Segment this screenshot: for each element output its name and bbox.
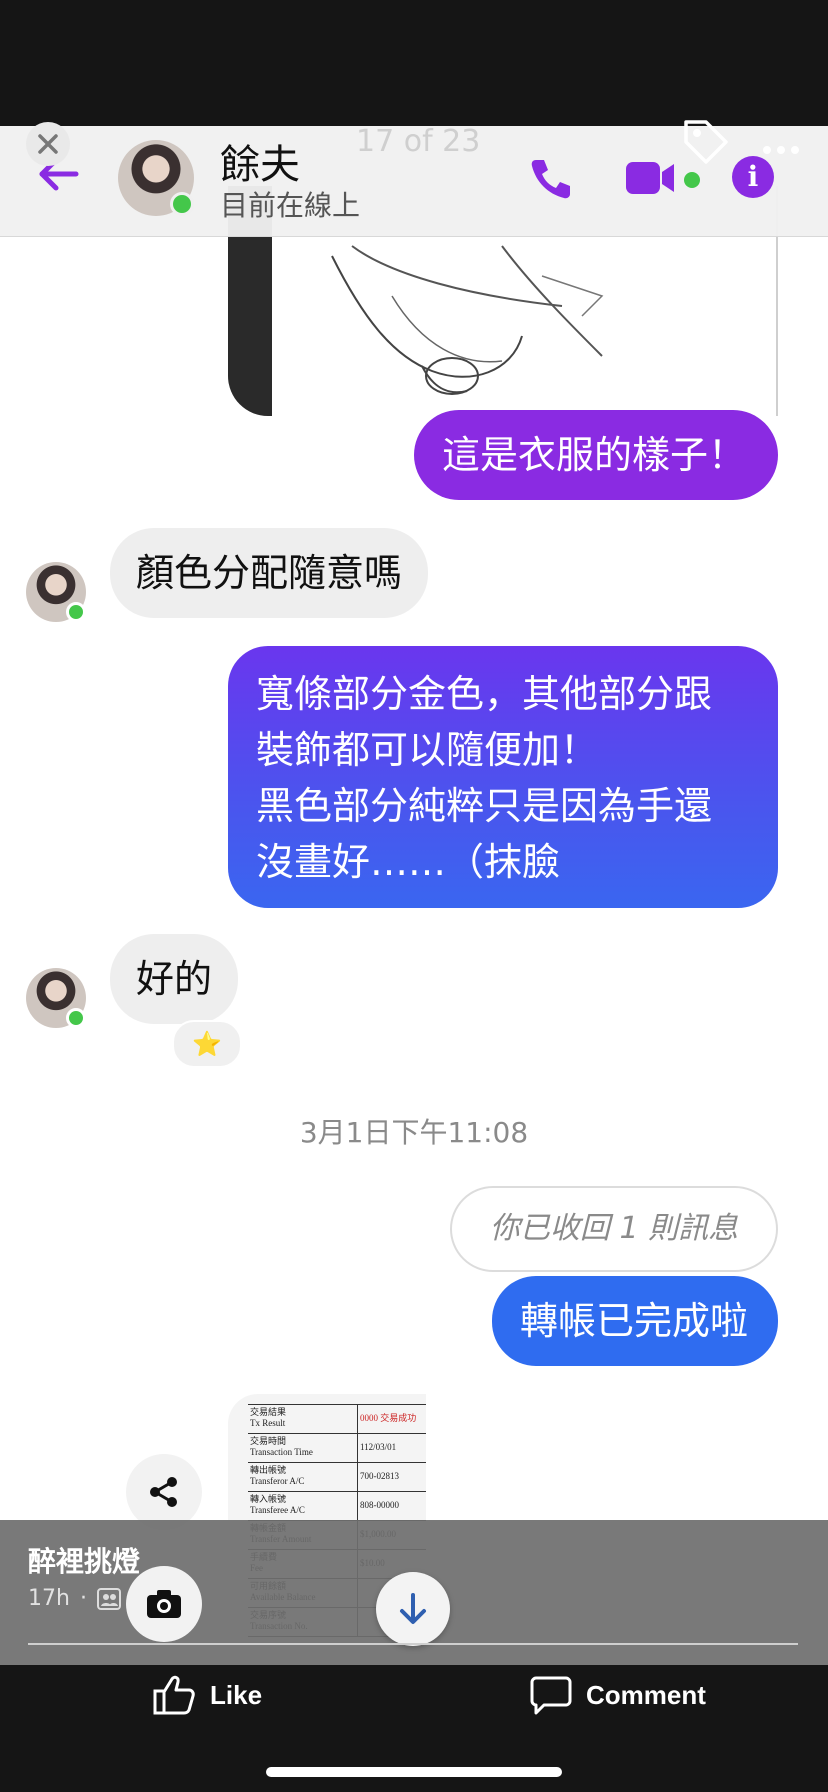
contact-status: 目前在線上 (220, 189, 361, 222)
message-text: 顏色分配隨意嗎 (136, 551, 403, 595)
receipt-value: 700-02813 (360, 1471, 399, 1481)
post-actions-bar: Like Comment (0, 1665, 828, 1792)
separator-dot: · (79, 1586, 87, 1611)
reaction-badge[interactable]: ⭐ (172, 1020, 242, 1068)
home-indicator[interactable] (266, 1767, 562, 1777)
receipt-row: 轉出帳號 Transferor A/C 700-02813 (248, 1463, 426, 1492)
close-viewer-button[interactable] (26, 122, 70, 166)
receipt-label: 交易結果 Tx Result (248, 1405, 358, 1433)
tag-icon[interactable] (680, 116, 732, 172)
like-label: Like (210, 1679, 263, 1710)
share-button[interactable] (126, 1454, 202, 1530)
unsent-message: 你已收回 1 則訊息 (450, 1186, 778, 1272)
receipt-label-zh: 轉入帳號 (250, 1494, 287, 1504)
message-incoming-2[interactable]: 好的 (110, 934, 239, 1024)
info-icon[interactable]: i (732, 156, 774, 198)
comment-bubble-icon (530, 1676, 572, 1715)
online-indicator (66, 602, 86, 622)
online-indicator (66, 1008, 86, 1028)
online-indicator (170, 192, 194, 216)
chat-screenshot: 這是衣服的樣子！ 顏色分配隨意嗎 寬條部分金色，其他部分跟 裝飾都可以隨便加！ … (0, 126, 828, 1666)
audience-friends-icon (96, 1587, 121, 1610)
receipt-value: 112/03/01 (360, 1442, 397, 1452)
receipt-row: 交易結果 Tx Result 0000 交易成功 (248, 1405, 426, 1434)
receipt-label-en: Tx Result (250, 1418, 286, 1428)
photo-counter: 17 of 23 (356, 124, 481, 159)
receipt-label-zh: 轉出帳號 (250, 1465, 287, 1475)
post-author[interactable]: 醉裡挑燈 (28, 1540, 140, 1580)
message-line: 沒畫好……（抹臉 (256, 840, 561, 884)
message-line: 黑色部分純粹只是因為手還 (256, 784, 713, 828)
message-line: 寬條部分金色，其他部分跟 (256, 672, 713, 716)
receipt-row: 轉入帳號 Transferee A/C 808-00000 (248, 1492, 426, 1521)
message-text: 轉帳已完成啦 (520, 1299, 749, 1343)
receipt-label: 轉出帳號 Transferor A/C (248, 1463, 358, 1491)
message-outgoing-1[interactable]: 這是衣服的樣子！ (414, 410, 778, 500)
phone-icon[interactable] (528, 156, 572, 204)
receipt-label-en: Transferee A/C (250, 1505, 305, 1515)
post-meta: 17h · (28, 1586, 121, 1611)
comment-label: Comment (586, 1679, 706, 1710)
close-icon (38, 134, 58, 154)
star-icon: ⭐ (192, 1030, 222, 1058)
like-button[interactable]: Like (152, 1665, 262, 1725)
timestamp: 3月1日下午11:08 (299, 1116, 529, 1149)
post-time: 17h (28, 1586, 70, 1611)
receipt-label-zh: 交易結果 (250, 1407, 287, 1417)
more-options-icon[interactable] (762, 140, 800, 159)
receipt-label-en: Transaction Time (250, 1447, 313, 1457)
message-outgoing-2[interactable]: 寬條部分金色，其他部分跟 裝飾都可以隨便加！ 黑色部分純粹只是因為手還 沒畫好…… (228, 646, 778, 908)
post-info-overlay: 醉裡挑燈 17h · (0, 1520, 828, 1665)
message-line: 裝飾都可以隨便加！ (256, 728, 599, 772)
receipt-row: 交易時間 Transaction Time 112/03/01 (248, 1434, 426, 1463)
message-text: 好的 (136, 957, 213, 1001)
comment-button[interactable]: Comment (530, 1665, 706, 1725)
viewer-top-bar (0, 0, 828, 126)
receipt-label-en: Transferor A/C (250, 1476, 305, 1486)
video-call-icon[interactable] (624, 158, 676, 202)
message-incoming-1[interactable]: 顏色分配隨意嗎 (110, 528, 429, 618)
receipt-label-zh: 交易時間 (250, 1436, 287, 1446)
share-icon (150, 1477, 177, 1507)
receipt-value: 0000 交易成功 (360, 1413, 417, 1423)
camera-button[interactable] (126, 1566, 202, 1642)
receipt-value: 808-00000 (360, 1500, 399, 1510)
receipt-label: 轉入帳號 Transferee A/C (248, 1492, 358, 1520)
message-outgoing-3[interactable]: 轉帳已完成啦 (492, 1276, 778, 1366)
divider (28, 1643, 798, 1645)
contact-name: 餘夫 (220, 142, 300, 188)
message-text: 這是衣服的樣子！ (442, 433, 747, 477)
receipt-label: 交易時間 Transaction Time (248, 1434, 358, 1462)
arrow-down-icon (400, 1593, 426, 1624)
video-active-indicator (684, 172, 700, 188)
thumbs-up-icon (153, 1675, 195, 1715)
camera-icon (147, 1590, 181, 1618)
scroll-to-bottom-button[interactable] (376, 1572, 450, 1646)
